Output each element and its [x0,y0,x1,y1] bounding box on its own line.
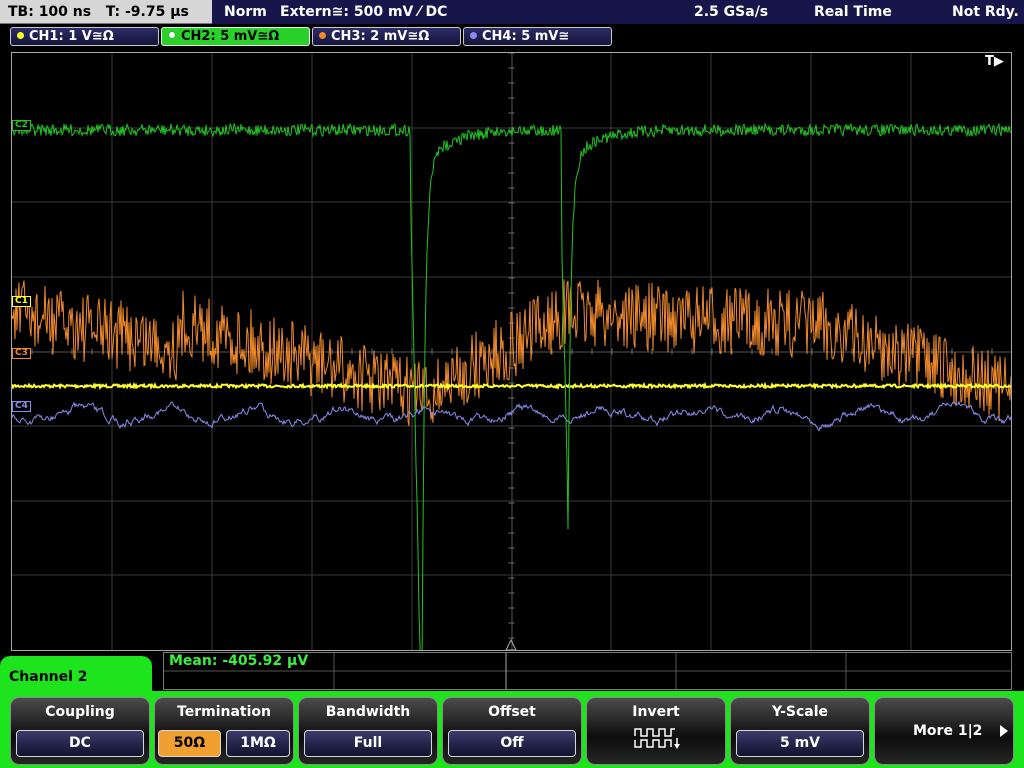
offset-value[interactable]: Off [448,730,576,757]
timebase-readout[interactable]: TB: 100 ns T: -9.75 µs [0,0,212,24]
trigger-source[interactable]: Extern≅: 500 mV ⁄ DC [280,0,447,24]
acquisition-mode[interactable]: Real Time [814,0,892,24]
offset-softkey[interactable]: Offset Off [442,697,582,765]
invert-softkey[interactable]: Invert [586,697,726,765]
more-softkey[interactable]: More 1|2 [874,697,1014,765]
channel-tab-ch1[interactable]: CH1: 1 V≅Ω [10,27,159,46]
termination-softkey[interactable]: Termination 50Ω 1MΩ [154,697,294,765]
ch3-dot-icon [319,32,326,39]
trigger-time-marker-icon [505,639,517,651]
trigger-mode[interactable]: Norm [224,0,267,24]
termination-title: Termination [177,704,271,720]
invert-waveform-icon [634,728,680,749]
termination-1mohm-option[interactable]: 1MΩ [226,730,290,757]
ch1-trace [11,381,1012,391]
ch4-level-marker[interactable]: C4 [12,401,31,412]
waveform-display[interactable] [11,52,1012,696]
measurement-mean[interactable]: Mean: -405.92 µV [169,653,308,669]
menu-title: Channel 2 [0,656,152,696]
ch2-level-marker[interactable]: C2 [12,120,31,131]
channel-tab-ch4[interactable]: CH4: 5 mV≅ [463,27,612,46]
ch4-dot-icon [470,32,477,39]
bandwidth-softkey[interactable]: Bandwidth Full [298,697,438,765]
ch1-dot-icon [17,32,24,39]
termination-50ohm-option[interactable]: 50Ω [158,730,221,757]
yscale-value[interactable]: 5 mV [736,730,864,757]
play-right-icon [1000,725,1008,737]
ch2-dot-icon [168,31,176,39]
coupling-value[interactable]: DC [16,730,144,757]
invert-title: Invert [632,704,680,720]
ch1-level-marker[interactable]: C1 [12,296,31,307]
waveform-canvas [11,52,1012,696]
bandwidth-value[interactable]: Full [304,730,432,757]
yscale-softkey[interactable]: Y-Scale 5 mV [730,697,870,765]
coupling-softkey[interactable]: Coupling DC [10,697,150,765]
offset-title: Offset [488,704,536,720]
channel-tab-ch2[interactable]: CH2: 5 mV≅Ω [161,27,310,46]
sample-rate[interactable]: 2.5 GSa/s [694,0,768,24]
acquisition-status: Not Rdy. [952,4,1019,20]
coupling-title: Coupling [45,704,115,720]
yscale-title: Y-Scale [771,704,828,720]
trigger-position-marker[interactable]: T▶ [985,54,1004,69]
more-label: More 1|2 [913,723,983,739]
bandwidth-title: Bandwidth [325,704,411,720]
ch3-level-marker[interactable]: C3 [12,348,31,359]
channel-tab-ch3[interactable]: CH3: 2 mV≅Ω [312,27,461,46]
